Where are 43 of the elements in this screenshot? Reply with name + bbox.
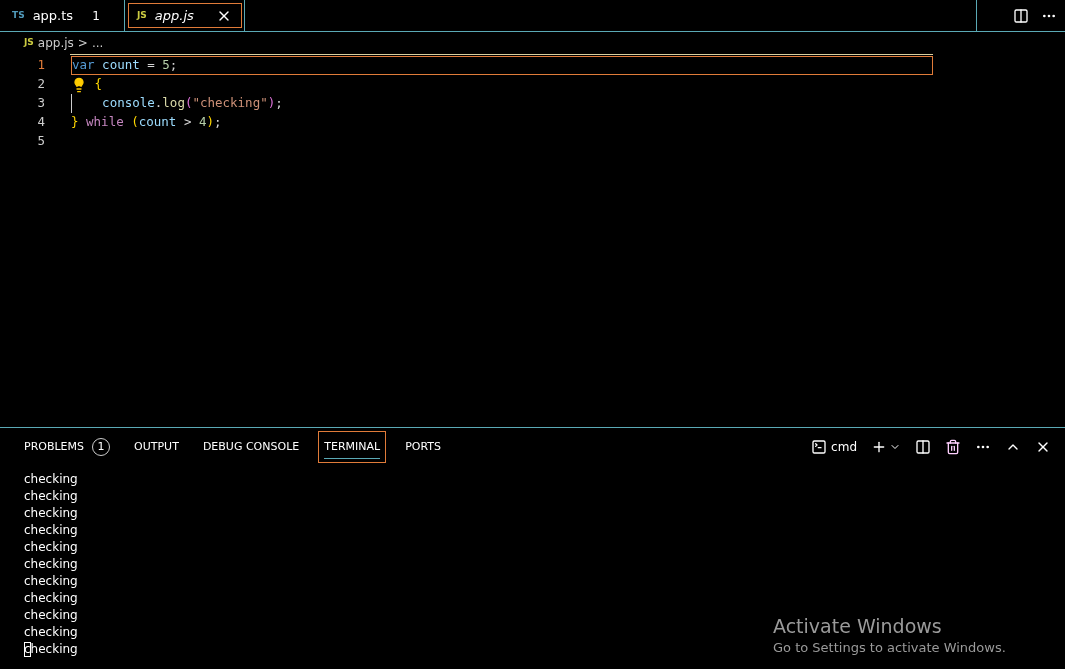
panel-tab[interactable]: PORTS xyxy=(400,431,446,463)
breadcrumb-more[interactable]: ... xyxy=(91,34,104,52)
line-number: 5 xyxy=(36,132,46,151)
panel-tab[interactable]: OUTPUT xyxy=(129,431,184,463)
terminal-icon xyxy=(811,439,828,455)
add-terminal-icon[interactable] xyxy=(871,439,887,455)
split-editor-icon[interactable] xyxy=(1013,7,1029,24)
file-type-icon: TS xyxy=(12,8,25,23)
activation-title: Activate Windows xyxy=(773,614,943,638)
terminal-output: checking xyxy=(24,472,78,486)
breadcrumb-separator: > xyxy=(77,35,88,52)
code-line: console.log("checking"); xyxy=(71,94,933,113)
line-number: 3 xyxy=(36,94,46,113)
tab-label: app.js xyxy=(154,6,194,25)
file-type-icon: JS xyxy=(24,36,34,50)
terminal-output: checking xyxy=(24,523,78,537)
terminal-output: checking xyxy=(24,489,78,503)
terminal-output: checking xyxy=(24,591,78,605)
terminal-output: checking xyxy=(24,557,78,571)
split-terminal-icon[interactable] xyxy=(915,439,931,455)
panel-tab[interactable]: DEBUG CONSOLE xyxy=(197,431,305,463)
terminal-output: checking xyxy=(24,574,78,588)
file-type-icon: JS xyxy=(137,8,147,23)
terminal-output: checking xyxy=(24,608,78,622)
line-number: 4 xyxy=(36,113,46,132)
panel-tab[interactable]: TERMINAL xyxy=(318,431,387,463)
activation-subtitle: Go to Settings to activate Windows. xyxy=(773,639,1006,657)
lightbulb-icon[interactable] xyxy=(71,76,87,93)
line-number: 1 xyxy=(36,56,46,75)
terminal-output: checking xyxy=(24,506,78,520)
code-line: } while (count > 4); xyxy=(71,113,223,132)
terminal-output: checking xyxy=(24,625,78,639)
breadcrumb-file[interactable]: app.js xyxy=(37,34,74,52)
problem-count: 1 xyxy=(92,7,100,25)
panel-tab[interactable]: PROBLEMS 1 xyxy=(19,431,116,463)
code-line: { xyxy=(71,75,933,94)
terminal-output: checking xyxy=(24,540,78,554)
trash-icon[interactable] xyxy=(945,439,961,455)
line-number: 2 xyxy=(36,75,46,94)
terminal-selector[interactable]: cmd xyxy=(811,438,857,456)
tab-label: app.ts xyxy=(32,6,74,25)
editor-tab[interactable]: JS app.js xyxy=(125,0,245,31)
editor-tab[interactable]: TS app.ts 1 xyxy=(0,0,125,31)
